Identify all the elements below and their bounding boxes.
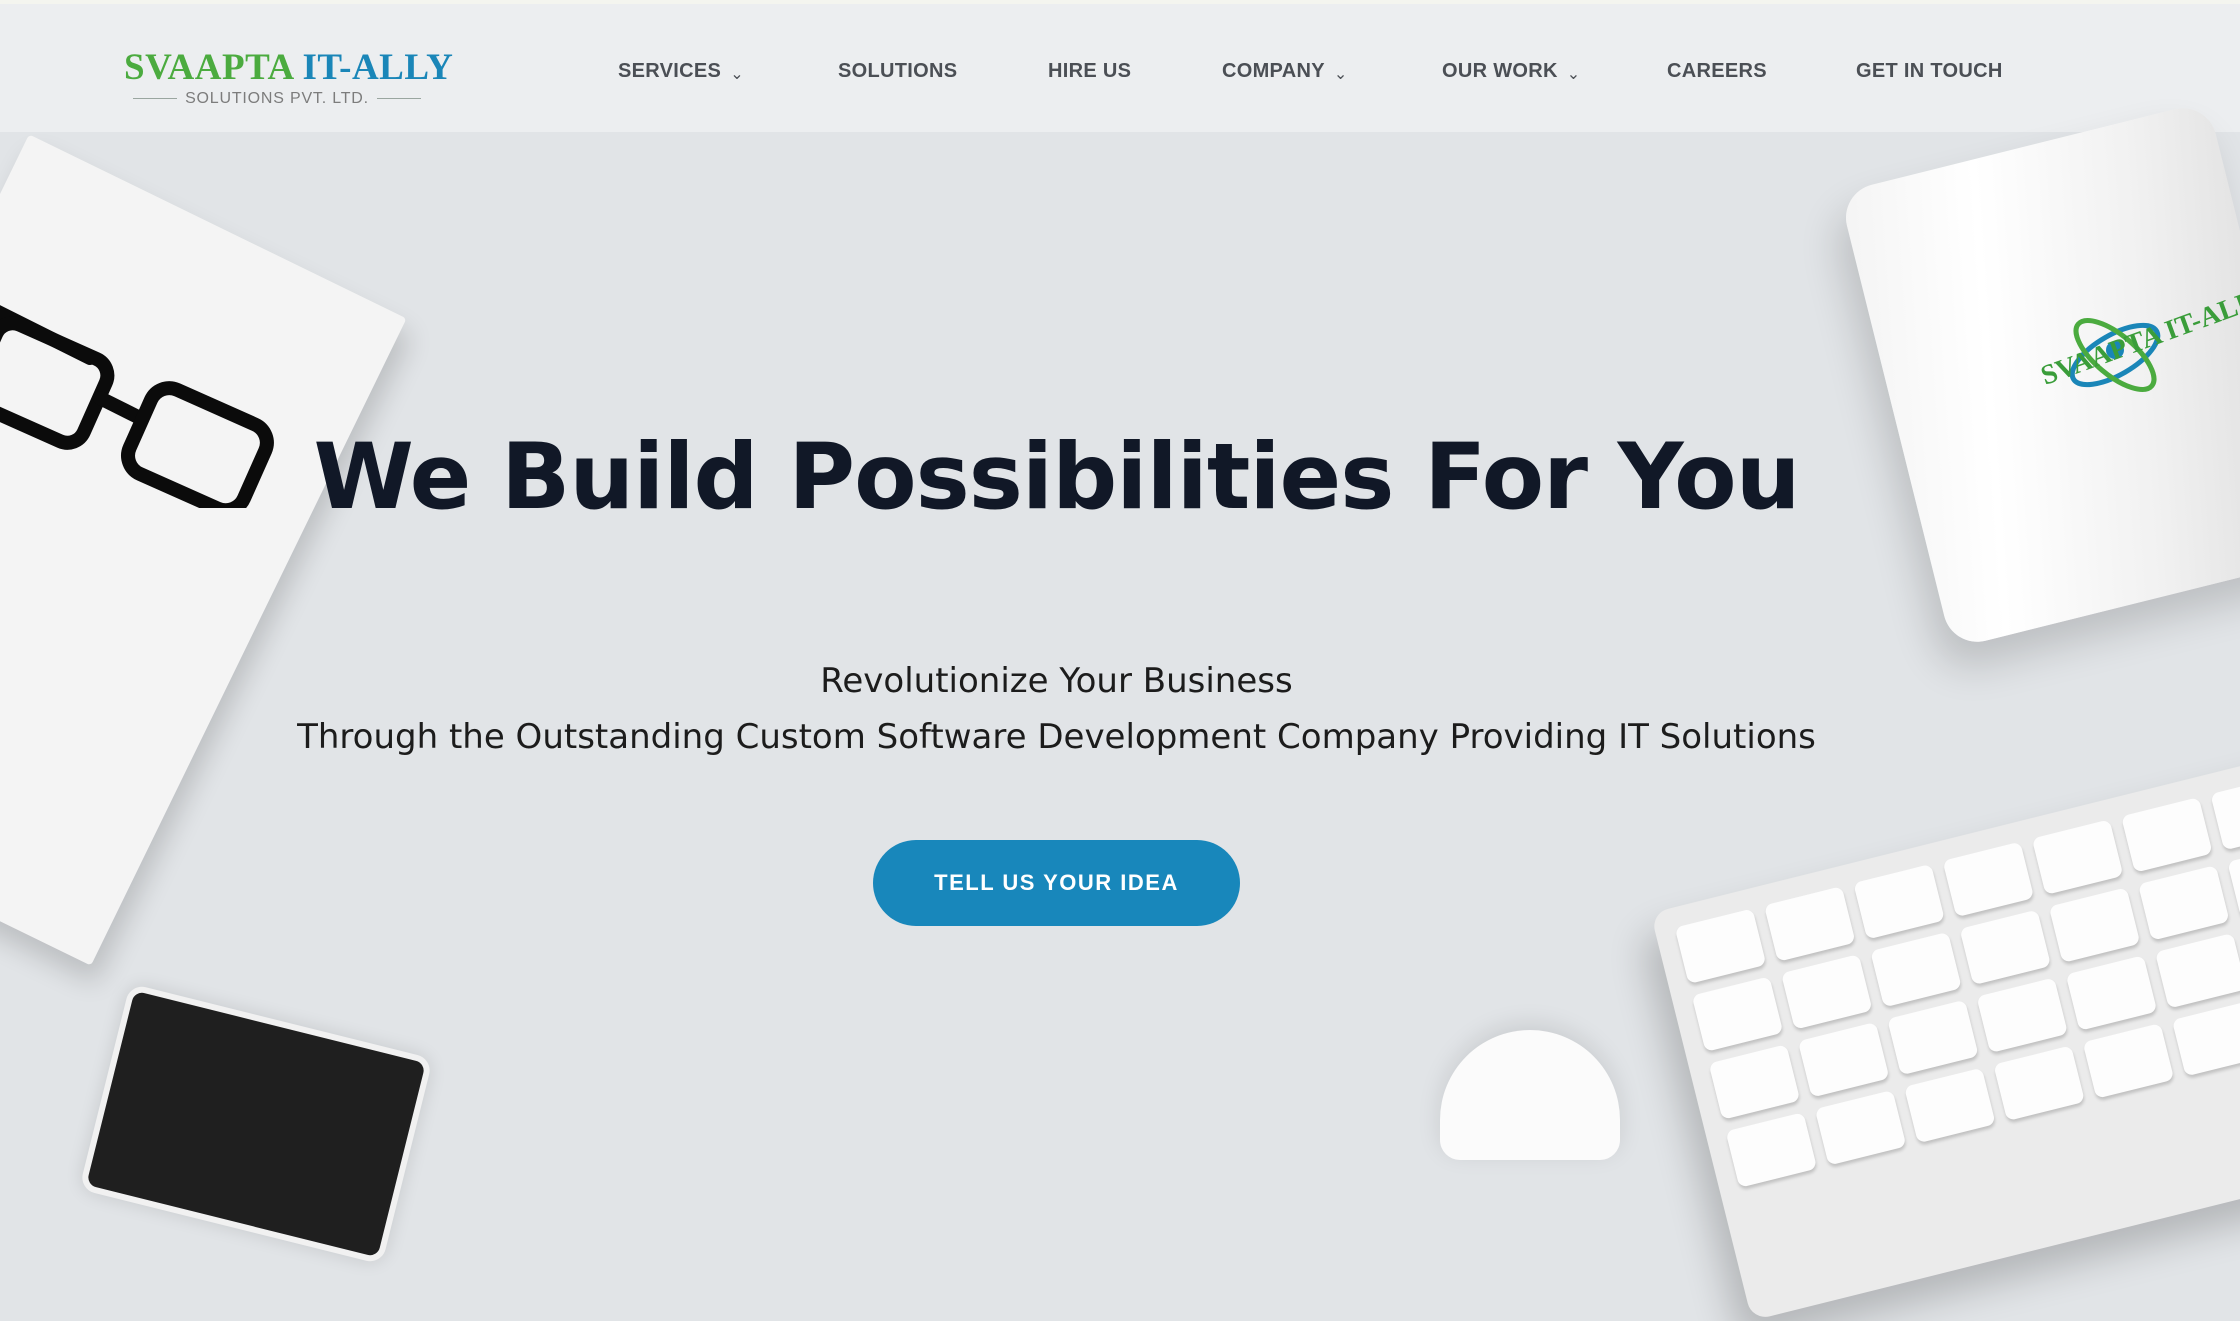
nav-item-services[interactable]: SERVICES ⌄ (618, 56, 744, 86)
site-header: SVAAPTA IT-ALLY SOLUTIONS PVT. LTD. SERV… (0, 4, 2240, 132)
keyboard-key (2227, 842, 2240, 919)
keyboard-key (2154, 932, 2240, 1009)
keyboard-key (2048, 887, 2141, 963)
logo-brand-part1: SVAAPTA (124, 47, 293, 88)
keyboard-key (1725, 1112, 1818, 1188)
nav-item-label: SOLUTIONS (838, 60, 958, 82)
chevron-down-icon: ⌄ (730, 66, 744, 83)
chevron-down-icon: ⌄ (1566, 66, 1581, 83)
keyboard-key (2171, 1000, 2240, 1077)
nav-item-label: COMPANY (1222, 60, 1325, 82)
logo-wordmark: SVAAPTA IT-ALLY (124, 46, 453, 89)
nav-item-label: CAREERS (1667, 60, 1767, 82)
keyboard-key (1887, 999, 1979, 1076)
keyboard-key (2137, 865, 2230, 941)
keyboard-key (2065, 955, 2158, 1031)
keyboard-key (2031, 819, 2124, 895)
keyboard-image (1650, 729, 2240, 1321)
hero-subtitle-line1: Revolutionize Your Business (820, 661, 1293, 701)
computer-mouse-image (1440, 1030, 1620, 1160)
keyboard-key (2210, 774, 2240, 851)
keyboard-key (1674, 908, 1767, 985)
nav-item-company[interactable]: COMPANY ⌄ (1222, 56, 1348, 86)
notebook-paper-image (0, 134, 407, 966)
keyboard-key (2082, 1023, 2175, 1099)
tablet-device-image (78, 983, 434, 1265)
keyboard-key (1780, 954, 1873, 1030)
keyboard-key (1853, 863, 1945, 940)
tell-us-your-idea-button[interactable]: TELL US YOUR IDEA (873, 840, 1240, 926)
hero-title: We Build Possibilities For You (313, 425, 1801, 530)
chevron-down-icon: ⌄ (1333, 66, 1348, 83)
company-logo[interactable]: SVAAPTA IT-ALLY SOLUTIONS PVT. LTD. (124, 46, 453, 110)
keyboard-key (1942, 841, 2035, 918)
coffee-mug-image (1838, 101, 2240, 649)
logo-brand-part2: IT-ALLY (302, 47, 454, 88)
keyboard-key (1976, 977, 2069, 1054)
keyboard-key (1708, 1044, 1801, 1120)
keyboard-key (1763, 886, 1856, 962)
nav-item-hire-us[interactable]: HIRE US (1048, 56, 1131, 86)
keyboard-key (1691, 976, 1784, 1052)
nav-item-label: SERVICES (618, 60, 722, 82)
keyboard-key (1959, 909, 2052, 986)
keyboard-key (1797, 1021, 1890, 1098)
nav-item-get-in-touch[interactable]: GET IN TOUCH (1856, 56, 2003, 86)
keyboard-key (1814, 1089, 1907, 1166)
nav-item-label: HIRE US (1048, 60, 1132, 82)
keyboard-keys (1674, 753, 2240, 1188)
keyboard-key (1993, 1045, 2085, 1122)
hero-subtitle-line2: Through the Outstanding Custom Software … (297, 717, 1816, 757)
nav-item-label: OUR WORK (1442, 60, 1558, 82)
nav-item-label: GET IN TOUCH (1856, 60, 2003, 82)
keyboard-key (2121, 797, 2213, 873)
nav-item-careers[interactable]: CAREERS (1667, 56, 1767, 86)
logo-tagline: SOLUTIONS PVT. LTD. (124, 90, 430, 108)
keyboard-key (1904, 1067, 1996, 1144)
nav-item-solutions[interactable]: SOLUTIONS (838, 56, 957, 86)
keyboard-key (1870, 931, 1962, 1008)
nav-item-our-work[interactable]: OUR WORK ⌄ (1442, 56, 1580, 86)
